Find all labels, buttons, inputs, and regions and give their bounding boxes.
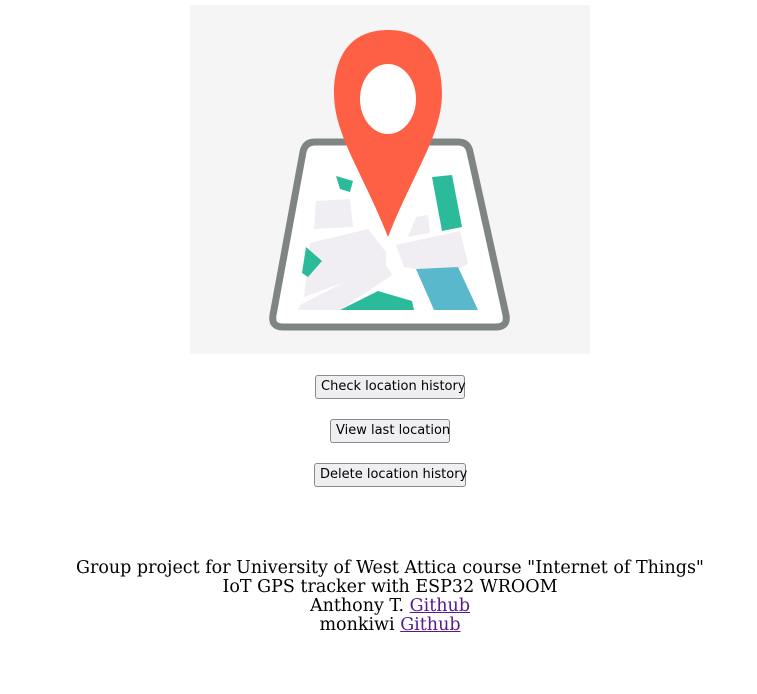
author-line-2: monkiwi Github: [0, 616, 757, 635]
author-name-1: Anthony T.: [309, 596, 405, 616]
footer: Group project for University of West Att…: [0, 559, 757, 635]
project-description: Group project for University of West Att…: [76, 558, 704, 578]
author-1-github-link[interactable]: Github: [410, 596, 470, 616]
author-line-1: Anthony T. Github: [0, 597, 757, 616]
map-pin-image: [190, 5, 590, 354]
author-name-2: monkiwi: [319, 615, 395, 635]
project-subtitle: IoT GPS tracker with ESP32 WROOM: [222, 577, 558, 597]
author-2-github-link[interactable]: Github: [400, 615, 460, 635]
delete-location-history-button[interactable]: Delete location history: [314, 463, 467, 487]
map-pin-icon: [190, 5, 590, 354]
check-location-history-button[interactable]: Check location history: [315, 375, 466, 399]
view-last-location-button[interactable]: View last location: [330, 419, 450, 443]
